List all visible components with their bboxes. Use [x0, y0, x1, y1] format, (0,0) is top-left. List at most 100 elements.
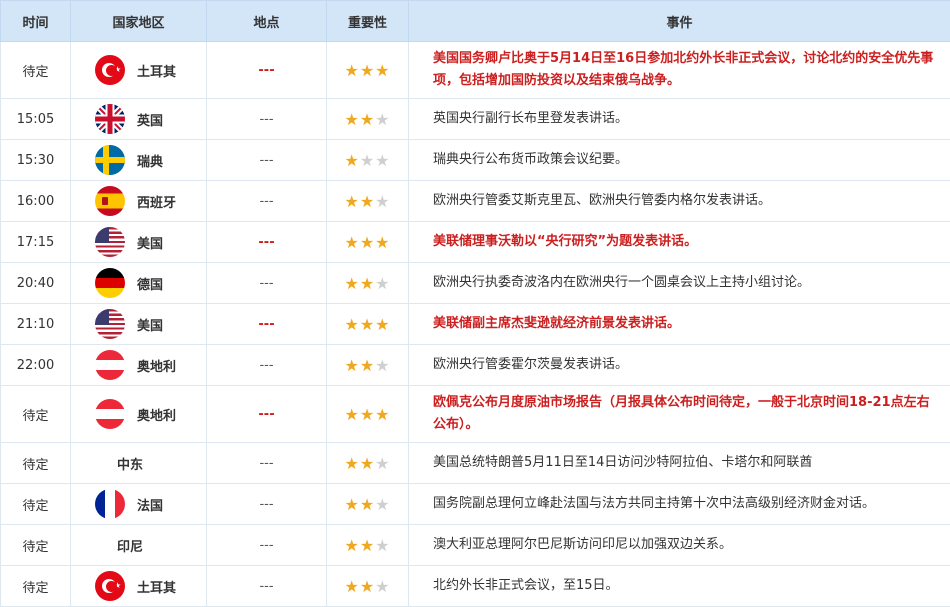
- importance-cell: ★★★: [327, 386, 409, 443]
- turkey-flag-icon: ★: [95, 55, 125, 85]
- location-cell: ---: [207, 222, 327, 263]
- header-event[interactable]: 事件: [409, 1, 950, 42]
- importance-stars: ★★★: [344, 577, 390, 596]
- event-cell[interactable]: 欧佩克公布月度原油市场报告（月报具体公布时间待定，一般于北京时间18-21点左右…: [409, 386, 950, 443]
- star-filled-icon: ★: [344, 356, 359, 375]
- uk-flag-icon: [95, 104, 125, 134]
- header-location[interactable]: 地点: [207, 1, 327, 42]
- table-row[interactable]: 待定★土耳其---★★★美国国务卿卢比奥于5月14日至16日参加北约外长非正式会…: [1, 42, 950, 99]
- turkey-flag-icon: ★: [95, 571, 125, 601]
- importance-cell: ★★★: [327, 99, 409, 140]
- country-cell: ★ 土耳其: [71, 566, 207, 607]
- location-cell: ---: [207, 566, 327, 607]
- header-importance[interactable]: 重要性: [327, 1, 409, 42]
- event-cell[interactable]: 澳大利亚总理阿尔巴尼斯访问印尼以加强双边关系。: [409, 525, 950, 566]
- time-cell: 17:15: [1, 222, 71, 263]
- star-filled-icon: ★: [360, 192, 375, 211]
- table-row[interactable]: 22:00奥地利---★★★欧洲央行管委霍尔茨曼发表讲话。: [1, 345, 950, 386]
- star-filled-icon: ★: [360, 577, 375, 596]
- event-cell[interactable]: 欧洲央行管委艾斯克里瓦、欧洲央行管委内格尔发表讲话。: [409, 181, 950, 222]
- country-name: 印尼: [117, 536, 143, 555]
- country-cell: 德国: [71, 263, 207, 304]
- importance-cell: ★★★: [327, 566, 409, 607]
- star-filled-icon: ★: [344, 454, 359, 473]
- star-filled-icon: ★: [360, 454, 375, 473]
- country-cell: 奥地利: [71, 386, 207, 443]
- austria-flag-icon: [95, 399, 125, 429]
- star-filled-icon: ★: [360, 274, 375, 293]
- time-cell: 待定: [1, 484, 71, 525]
- country-name: 土耳其: [137, 577, 176, 596]
- location-cell: ---: [207, 181, 327, 222]
- star-filled-icon: ★: [344, 577, 359, 596]
- country-cell: 中东: [71, 443, 207, 484]
- table-row[interactable]: 待定★土耳其---★★★北约外长非正式会议，至15日。: [1, 566, 950, 607]
- importance-stars: ★★★: [344, 356, 390, 375]
- event-cell[interactable]: 美联储理事沃勒以“央行研究”为题发表讲话。: [409, 222, 950, 263]
- importance-stars: ★★★: [344, 233, 390, 252]
- country-cell: 奥地利: [71, 345, 207, 386]
- us-flag-icon: [95, 309, 125, 339]
- country-name: 瑞典: [137, 151, 163, 170]
- time-cell: 22:00: [1, 345, 71, 386]
- event-cell[interactable]: 北约外长非正式会议，至15日。: [409, 566, 950, 607]
- table-row[interactable]: 20:40德国---★★★欧洲央行执委奇波洛内在欧洲央行一个圆桌会议上主持小组讨…: [1, 263, 950, 304]
- event-cell[interactable]: 欧洲央行执委奇波洛内在欧洲央行一个圆桌会议上主持小组讨论。: [409, 263, 950, 304]
- austria-flag-icon: [95, 350, 125, 380]
- country-name: 美国: [137, 315, 163, 334]
- location-cell: ---: [207, 99, 327, 140]
- star-filled-icon: ★: [344, 110, 359, 129]
- table-row[interactable]: 待定印尼---★★★澳大利亚总理阿尔巴尼斯访问印尼以加强双边关系。: [1, 525, 950, 566]
- table-row[interactable]: 16:00西班牙---★★★欧洲央行管委艾斯克里瓦、欧洲央行管委内格尔发表讲话。: [1, 181, 950, 222]
- country-cell: 美国: [71, 304, 207, 345]
- country-cell: 西班牙: [71, 181, 207, 222]
- star-empty-icon: ★: [375, 274, 390, 293]
- importance-stars: ★★★: [344, 151, 390, 170]
- star-filled-icon: ★: [375, 233, 390, 252]
- country-cell: ★土耳其: [71, 42, 207, 99]
- importance-stars: ★★★: [344, 405, 390, 424]
- star-empty-icon: ★: [375, 495, 390, 514]
- event-cell[interactable]: 欧洲央行管委霍尔茨曼发表讲话。: [409, 345, 950, 386]
- country-name: 奥地利: [137, 356, 176, 375]
- time-cell: 待定: [1, 42, 71, 99]
- location-cell: ---: [207, 443, 327, 484]
- table-row[interactable]: 17:15 美国 --- ★★★ 美联储理事沃勒以“央行研究”为题发表讲话。: [1, 222, 950, 263]
- table-row[interactable]: 21:10美国---★★★美联储副主席杰斐逊就经济前景发表讲话。: [1, 304, 950, 345]
- star-filled-icon: ★: [375, 61, 390, 80]
- header-time[interactable]: 时间: [1, 1, 71, 42]
- importance-stars: ★★★: [344, 61, 390, 80]
- importance-stars: ★★★: [344, 110, 390, 129]
- table-row[interactable]: 待定奥地利---★★★欧佩克公布月度原油市场报告（月报具体公布时间待定，一般于北…: [1, 386, 950, 443]
- importance-cell: ★★★: [327, 345, 409, 386]
- star-filled-icon: ★: [360, 233, 375, 252]
- event-cell[interactable]: 美联储副主席杰斐逊就经济前景发表讲话。: [409, 304, 950, 345]
- star-filled-icon: ★: [344, 495, 359, 514]
- star-empty-icon: ★: [375, 192, 390, 211]
- importance-stars: ★★★: [344, 192, 390, 211]
- importance-stars: ★★★: [344, 315, 390, 334]
- star-empty-icon: ★: [375, 110, 390, 129]
- table-row[interactable]: 15:05英国---★★★英国央行副行长布里登发表讲话。: [1, 99, 950, 140]
- table-row[interactable]: 15:30瑞典---★★★瑞典央行公布货币政策会议纪要。: [1, 140, 950, 181]
- star-empty-icon: ★: [375, 577, 390, 596]
- event-cell[interactable]: 国务院副总理何立峰赴法国与法方共同主持第十次中法高级别经济财金对话。: [409, 484, 950, 525]
- star-empty-icon: ★: [375, 151, 390, 170]
- header-country[interactable]: 国家地区: [71, 1, 207, 42]
- star-filled-icon: ★: [344, 405, 359, 424]
- event-cell[interactable]: 美国国务卿卢比奥于5月14日至16日参加北约外长非正式会议，讨论北约的安全优先事…: [409, 42, 950, 99]
- importance-cell: ★★★: [327, 304, 409, 345]
- event-cell[interactable]: 瑞典央行公布货币政策会议纪要。: [409, 140, 950, 181]
- time-cell: 15:05: [1, 99, 71, 140]
- table-row[interactable]: 待定法国---★★★国务院副总理何立峰赴法国与法方共同主持第十次中法高级别经济财…: [1, 484, 950, 525]
- country-name: 美国: [137, 233, 163, 252]
- country-name: 中东: [117, 454, 143, 473]
- country-cell: 印尼: [71, 525, 207, 566]
- country-name: 奥地利: [137, 405, 176, 424]
- star-filled-icon: ★: [360, 495, 375, 514]
- event-cell[interactable]: 英国央行副行长布里登发表讲话。: [409, 99, 950, 140]
- country-name: 德国: [137, 274, 163, 293]
- time-cell: 20:40: [1, 263, 71, 304]
- event-cell[interactable]: 美国总统特朗普5月11日至14日访问沙特阿拉伯、卡塔尔和阿联酋: [409, 443, 950, 484]
- table-row[interactable]: 待定中东---★★★美国总统特朗普5月11日至14日访问沙特阿拉伯、卡塔尔和阿联…: [1, 443, 950, 484]
